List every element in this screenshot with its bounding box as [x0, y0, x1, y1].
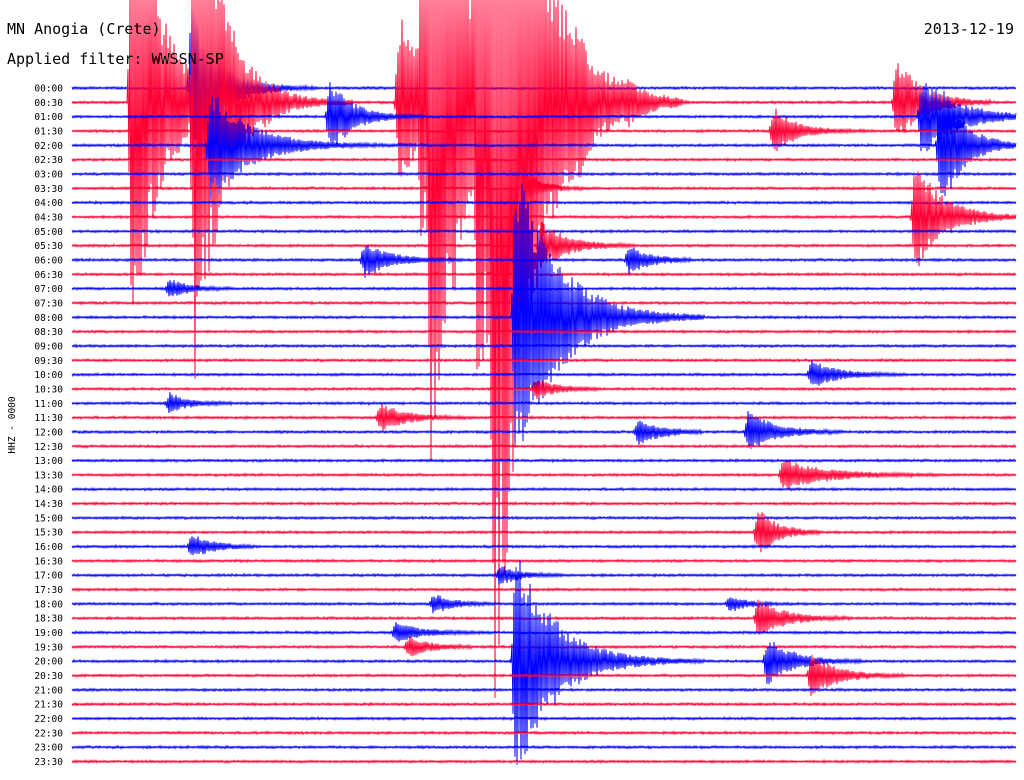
trace-row-1700	[71, 566, 1017, 585]
time-label: 16:00	[34, 542, 63, 553]
trace-row-1030	[71, 380, 1017, 399]
filter-label: Applied filter: WWSSN-SP	[7, 50, 224, 68]
trace-row-2300	[71, 744, 1017, 750]
time-label: 19:00	[34, 628, 63, 639]
time-label: 07:00	[34, 284, 63, 295]
time-label: 16:30	[34, 556, 63, 567]
trace-row-0400	[71, 200, 1017, 206]
trace-row-1400	[71, 486, 1017, 492]
time-label: 18:30	[34, 614, 63, 625]
trace-row-0800	[71, 183, 1017, 444]
time-label: 13:30	[34, 470, 63, 481]
time-label: 09:30	[34, 356, 63, 367]
time-label: 18:00	[34, 599, 63, 610]
time-label: 05:30	[34, 241, 63, 252]
time-label: 08:30	[34, 327, 63, 338]
station-title: MN Anogia (Crete)	[7, 20, 161, 38]
trace-row-0030	[71, 0, 1017, 699]
time-label: 08:00	[34, 313, 63, 324]
time-label: 02:30	[34, 155, 63, 166]
trace-row-2100	[71, 687, 1017, 693]
date-label: 2013-12-19	[923, 20, 1014, 38]
time-label: 22:00	[34, 714, 63, 725]
trace-row-2230	[71, 730, 1017, 736]
time-label: 10:00	[34, 370, 63, 381]
time-label: 04:30	[34, 212, 63, 223]
trace-row-1230	[71, 443, 1017, 449]
time-label: 23:00	[34, 743, 63, 754]
trace-row-1500	[71, 515, 1017, 521]
time-label: 20:30	[34, 671, 63, 682]
time-label: 01:00	[34, 112, 63, 123]
time-label: 14:30	[34, 499, 63, 510]
time-label: 06:00	[34, 255, 63, 266]
time-label: 07:30	[34, 298, 63, 309]
trace-row-0830	[71, 328, 1017, 335]
trace-row-1100	[71, 392, 1017, 414]
trace-row-1130	[71, 404, 1017, 431]
trace-row-2130	[71, 701, 1017, 707]
trace-row-1430	[71, 500, 1017, 507]
trace-row-0900	[71, 343, 1017, 349]
time-label: 09:00	[34, 341, 63, 352]
trace-row-2200	[71, 715, 1017, 722]
time-label: 00:00	[34, 84, 63, 95]
time-label: 13:00	[34, 456, 63, 467]
time-label: 22:30	[34, 728, 63, 739]
channel-label: HHZ - 0000	[7, 396, 18, 453]
trace-row-1600	[71, 536, 1017, 556]
time-label: 05:00	[34, 227, 63, 238]
time-label: 11:30	[34, 413, 63, 424]
trace-row-0930	[71, 357, 1017, 363]
time-label: 06:30	[34, 270, 63, 281]
time-label: 10:30	[34, 384, 63, 395]
trace-row-1330	[71, 460, 1017, 490]
time-label: 04:00	[34, 198, 63, 209]
time-label: 12:00	[34, 427, 63, 438]
time-label: 15:30	[34, 528, 63, 539]
trace-row-2000	[71, 560, 1017, 765]
time-label: 11:00	[34, 399, 63, 410]
time-label: 17:00	[34, 571, 63, 582]
time-label: 15:00	[34, 513, 63, 524]
time-label: 21:00	[34, 685, 63, 696]
time-label: 17:30	[34, 585, 63, 596]
trace-row-2330	[71, 758, 1017, 765]
time-label: 12:30	[34, 442, 63, 453]
time-label: 03:30	[34, 184, 63, 195]
time-label: 03:00	[34, 169, 63, 180]
time-label: 19:30	[34, 642, 63, 653]
helicorder-chart: 00:00 00:30 01:00 01:30 02:00 02:30 03:00 03:30…	[7, 0, 1017, 769]
time-label: 14:00	[34, 485, 63, 496]
time-label: 23:30	[34, 757, 63, 768]
time-axis-labels: 00:00 00:30 01:00 01:30 02:00 02:30 03:00 03:30…	[34, 84, 63, 769]
trace-row-1000	[71, 359, 1017, 386]
trace-row-1800	[71, 595, 1017, 614]
time-label: 21:30	[34, 700, 63, 711]
trace-row-1300	[71, 457, 1017, 464]
trace-row-1730	[71, 586, 1017, 593]
trace-row-1630	[71, 558, 1017, 564]
time-label: 01:30	[34, 126, 63, 137]
time-label: 00:30	[34, 98, 63, 109]
time-label: 20:00	[34, 657, 63, 668]
time-label: 02:00	[34, 141, 63, 152]
seismogram-traces	[71, 0, 1017, 765]
